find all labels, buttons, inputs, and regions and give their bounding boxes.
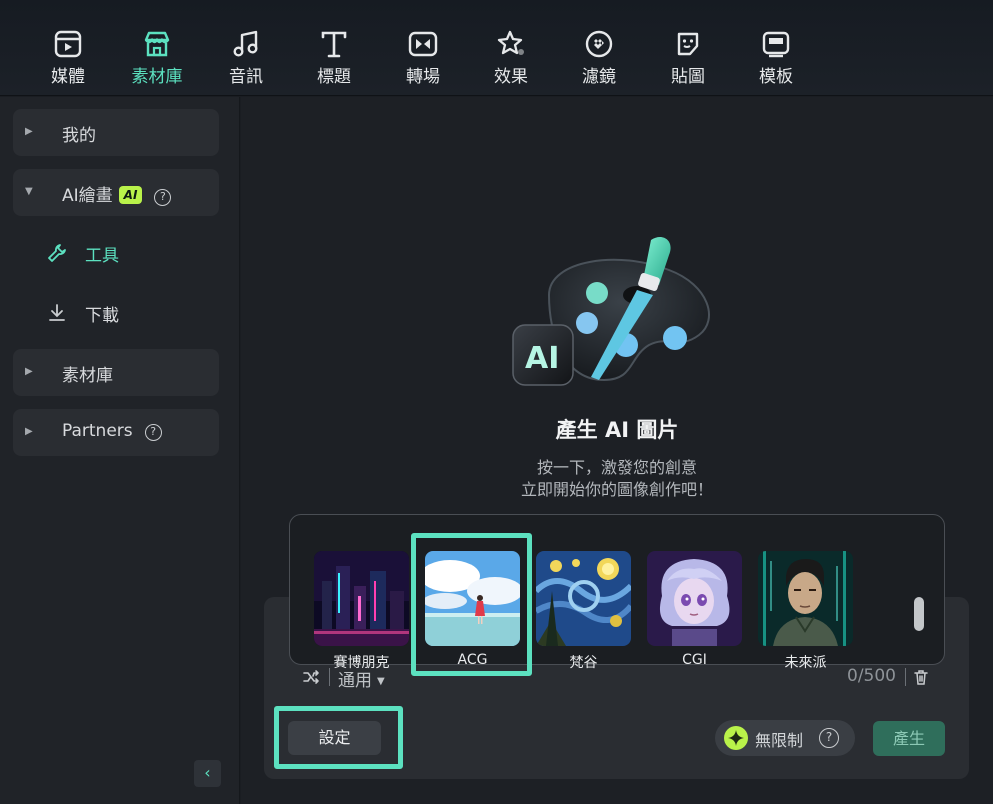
hero-line: 立即開始你的圖像創作吧！: [520, 480, 713, 499]
char-counter: 0/500: [847, 666, 896, 686]
download-icon: [49, 304, 65, 321]
svg-text:AI: AI: [525, 341, 559, 376]
sidebar-item-label: 工具: [85, 246, 119, 266]
sidebar-item-label: 我的: [62, 126, 96, 146]
divider: [905, 668, 906, 686]
style-thumbnail: [314, 551, 409, 646]
highlight-frame-acg: [411, 533, 532, 676]
tab-label: 貼圖: [671, 67, 705, 87]
tab-label: 音訊: [229, 67, 263, 87]
hero-line: 按一下，激發您的創意: [536, 458, 697, 477]
caret-right-icon: ▶: [25, 366, 33, 377]
sidebar-item-partners[interactable]: ▶ Partners?: [13, 409, 219, 456]
unlimited-credits-button[interactable]: 無限制 ?: [715, 720, 855, 756]
caret-right-icon: ▶: [25, 426, 33, 437]
media-icon: [54, 30, 82, 58]
top-toolbar: 媒體 素材庫 音訊 標題 轉場 效果 濾鏡 貼圖 模板: [0, 0, 993, 96]
tab-label: 濾鏡: [582, 67, 616, 87]
tab-label: 素材庫: [131, 67, 183, 87]
help-icon[interactable]: ?: [819, 728, 839, 748]
tab-label: 效果: [494, 67, 528, 87]
caret-down-icon: ▼: [377, 676, 385, 687]
popup-scrollbar[interactable]: [914, 597, 924, 631]
style-card-futurism[interactable]: 未來派: [758, 551, 853, 672]
main-panel: AI 產生 AI 圖片 按一下，激發您的創意 立即開始你的圖像創作吧！ 通用 ▼ …: [241, 97, 993, 804]
ai-palette-illustration: AI: [512, 236, 710, 386]
tab-label: 媒體: [51, 67, 85, 87]
music-icon: [233, 30, 258, 57]
sparkle-icon: [724, 726, 748, 750]
style-picker-popup: 賽博朋克 ACG 梵谷 CGI 未來派: [289, 514, 945, 671]
style-name: CGI: [682, 652, 707, 668]
style-name: 梵谷: [569, 655, 598, 671]
generate-button[interactable]: 產生: [873, 721, 945, 756]
help-icon[interactable]: ?: [144, 424, 162, 441]
sidebar-item-ai-paint[interactable]: ▼ AI繪畫 AI?: [13, 169, 219, 216]
trash-icon[interactable]: [912, 668, 930, 686]
tab-filters[interactable]: 濾鏡: [559, 24, 639, 90]
tab-stickers[interactable]: 貼圖: [648, 24, 728, 90]
style-card-cgi[interactable]: CGI: [647, 551, 742, 668]
sticker-icon: [677, 32, 699, 56]
wrench-icon: [48, 244, 66, 262]
sidebar-item-label: Partners: [62, 421, 133, 441]
template-icon: [762, 31, 790, 58]
chevron-left-icon: ‹: [204, 763, 211, 782]
style-card-van-gogh[interactable]: 梵谷: [536, 551, 631, 672]
sidebar-item-tools[interactable]: 工具: [13, 231, 219, 275]
style-name: 賽博朋克: [333, 655, 390, 671]
style-thumbnail: [758, 551, 853, 646]
ai-badge: AI: [118, 186, 143, 204]
collapse-sidebar-button[interactable]: ‹: [194, 760, 221, 787]
tab-titles[interactable]: 標題: [294, 24, 374, 90]
style-card-cyberpunk[interactable]: 賽博朋克: [314, 551, 409, 672]
highlight-frame-settings: [274, 706, 403, 769]
effects-icon: [497, 30, 524, 55]
transition-icon: [408, 31, 438, 57]
unlimited-label: 無限制: [755, 731, 804, 750]
tab-label: 標題: [317, 67, 351, 87]
hero-description: 按一下，激發您的創意 立即開始你的圖像創作吧！: [241, 457, 993, 501]
sidebar-item-library[interactable]: ▶ 素材庫: [13, 349, 219, 396]
filter-icon: [585, 30, 613, 58]
sidebar-item-label-group: AI繪畫 AI?: [62, 181, 172, 206]
tab-stock[interactable]: 素材庫: [117, 24, 197, 90]
style-thumbnail: [536, 551, 631, 646]
sidebar-item-download[interactable]: 下載: [13, 291, 219, 335]
hero-title: 產生 AI 圖片: [555, 418, 679, 442]
sidebar-item-label: 素材庫: [62, 366, 113, 386]
tab-label: 模板: [759, 67, 793, 87]
caret-down-icon: ▼: [25, 186, 33, 197]
sidebar-item-mine[interactable]: ▶ 我的: [13, 109, 219, 156]
style-thumbnail: [647, 551, 742, 646]
mode-value: 通用: [338, 671, 372, 691]
sidebar-item-label: 下載: [85, 306, 119, 326]
style-name: 未來派: [784, 655, 827, 671]
sidebar-item-label-group: Partners?: [62, 421, 162, 441]
sidebar: ▶ 我的 ▼ AI繪畫 AI? 工具 下載 ▶ 素材庫 ▶ Partners? ‹: [0, 97, 240, 804]
sidebar-item-label: AI繪畫: [62, 186, 113, 206]
store-icon: [144, 31, 170, 57]
tab-audio[interactable]: 音訊: [206, 24, 286, 90]
title-icon: [321, 31, 347, 58]
tab-label: 轉場: [406, 67, 440, 87]
tab-transitions[interactable]: 轉場: [383, 24, 463, 90]
tab-media[interactable]: 媒體: [28, 24, 108, 90]
tab-templates[interactable]: 模板: [736, 24, 816, 90]
help-icon[interactable]: ?: [154, 189, 172, 206]
caret-right-icon: ▶: [25, 126, 33, 137]
tab-effects[interactable]: 效果: [471, 24, 551, 90]
